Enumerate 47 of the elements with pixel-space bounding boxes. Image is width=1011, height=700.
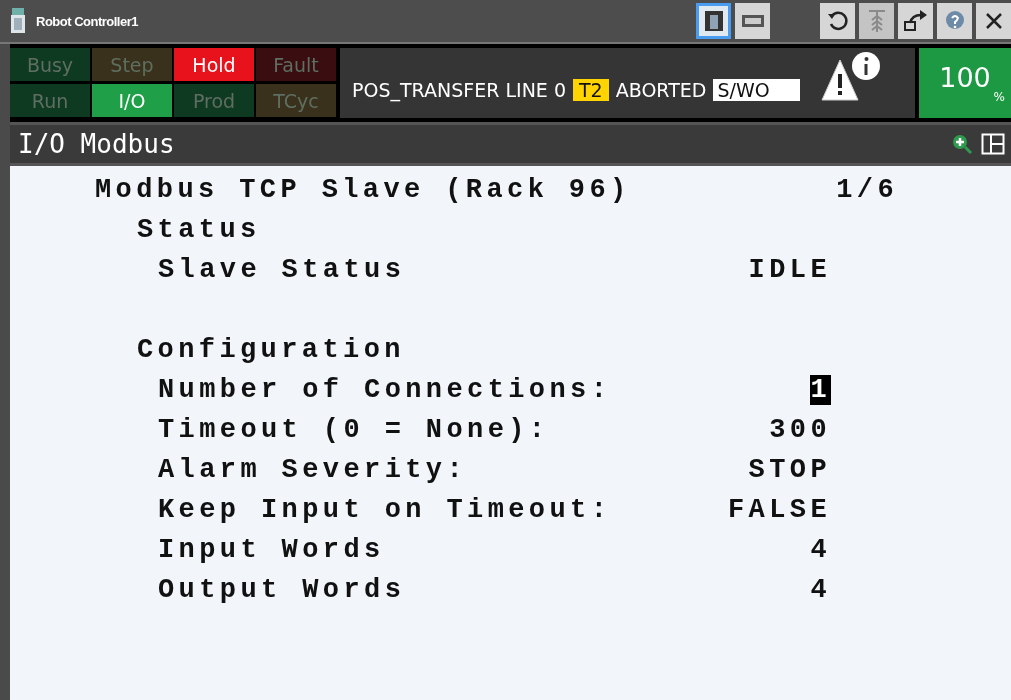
status-lamp: Busy: [10, 48, 90, 81]
refresh-button[interactable]: [820, 3, 855, 39]
field-label: Timeout (0 = None):: [158, 415, 550, 445]
status-lamp: I/O: [92, 84, 172, 117]
close-button[interactable]: [976, 3, 1011, 39]
status-lamp: Run: [10, 84, 90, 117]
field-label: Number of Connections:: [158, 375, 612, 405]
field-label: Alarm Severity:: [158, 455, 468, 485]
status-lamp: Step: [92, 48, 172, 81]
screen-title: I/O Modbus: [17, 129, 175, 159]
zoom-in-icon[interactable]: [951, 133, 973, 155]
status-lamp: Hold: [174, 48, 254, 81]
field-value[interactable]: FALSE: [728, 495, 831, 525]
field-label: Output Words: [158, 575, 406, 605]
status-lamp: Fault: [256, 48, 336, 81]
run-state: ABORTED: [615, 79, 707, 101]
page-heading: Modbus TCP Slave (Rack 96): [95, 175, 631, 205]
status-lamp: Prod: [174, 84, 254, 117]
field-value[interactable]: 4: [810, 535, 831, 565]
chevrons-icon: [866, 8, 887, 34]
section-heading: Status: [137, 215, 261, 245]
teach-pendant-button[interactable]: [696, 3, 731, 39]
status-lamp: TCyc: [256, 84, 336, 117]
split-screen-icon[interactable]: [981, 133, 1005, 155]
field-label: Keep Input on Timeout:: [158, 495, 612, 525]
pendant-icon: [702, 9, 725, 33]
field-label: Slave Status: [158, 255, 406, 285]
field-value[interactable]: 300: [769, 415, 831, 445]
page-counter: 1/6: [835, 175, 898, 205]
field-value[interactable]: 4: [810, 575, 831, 605]
export-button[interactable]: [898, 3, 933, 39]
field-value[interactable]: IDLE: [748, 255, 831, 285]
close-icon: [983, 11, 1004, 31]
keyboard-icon: [740, 14, 765, 28]
robot-controller-icon: [10, 8, 26, 34]
status-note: S/WO: [713, 79, 800, 101]
refresh-icon: [825, 9, 850, 33]
keyboard-button[interactable]: [735, 3, 770, 39]
section-heading: Configuration: [137, 335, 405, 365]
speed-override[interactable]: 100 %: [919, 48, 1011, 118]
field-label: Input Words: [158, 535, 385, 565]
export-icon: [902, 9, 929, 33]
field-value[interactable]: 1: [810, 375, 831, 405]
program-status: POS_TRANSFER LINE 0: [352, 79, 566, 101]
field-value[interactable]: STOP: [748, 455, 831, 485]
window-title: Robot Controller1: [36, 13, 138, 29]
mode-badge: T2: [573, 79, 609, 101]
